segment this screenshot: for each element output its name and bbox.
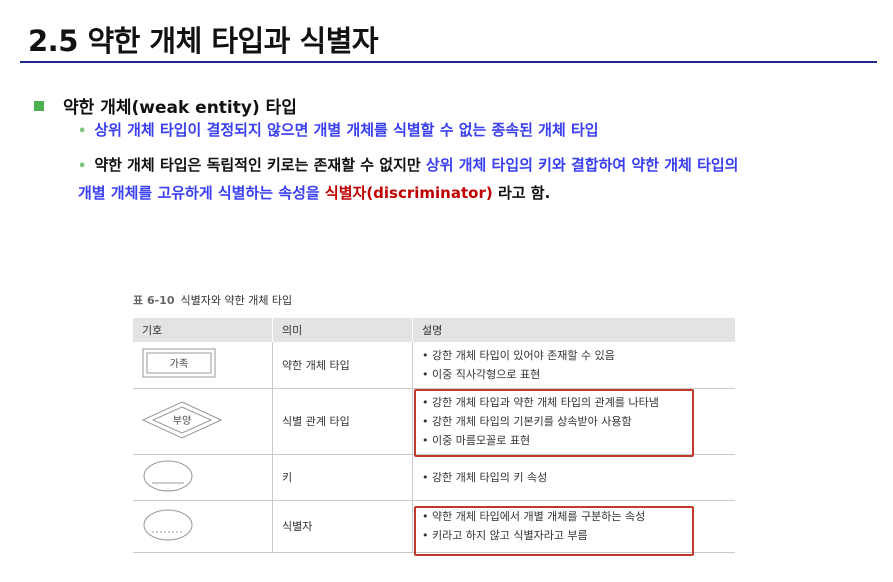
table-caption-text: 식별자와 약한 개체 타입: [180, 294, 293, 307]
meaning-cell: 약한 개체 타입: [272, 342, 413, 389]
sub2-part3: 개별 개체를 고유하게 식별하는 속성을: [78, 184, 325, 202]
page-title: 2.5 약한 개체 타입과 식별자: [28, 24, 379, 58]
green-square-bullet-icon: [34, 100, 44, 111]
header-symbol: 기호: [133, 318, 273, 342]
sub2-part4: 식별자(discriminator): [324, 184, 493, 202]
sub2-part1: 약한 개체 타입은 독립적인 키로는 존재할 수 없지만: [94, 156, 426, 174]
description-line: 강한 개체 타입이 있어야 존재할 수 있음: [422, 346, 735, 365]
description-cell: 강한 개체 타입이 있어야 존재할 수 있음 이중 직사각형으로 표현: [412, 342, 735, 389]
description-cell: 강한 개체 타입의 키 속성: [412, 454, 735, 501]
meaning-cell: 식별자: [272, 500, 413, 553]
meaning-cell: 키: [272, 454, 413, 501]
main-bullet: 약한 개체(weak entity) 타입: [34, 93, 297, 118]
title-divider: [20, 61, 877, 63]
symbol-cell: [133, 454, 273, 501]
header-description: 설명: [412, 318, 735, 342]
symbol-label: 부양: [173, 415, 191, 427]
dashed-underline-ellipse-icon: [143, 509, 193, 540]
description-line: 이중 직사각형으로 표현: [422, 365, 735, 384]
double-rectangle-icon: 가족: [142, 348, 216, 378]
table-caption-number: 표 6-10: [133, 294, 175, 307]
sub-bullet-1-text: 상위 개체 타입이 결정되지 않으면 개별 개체를 식별할 수 없는 종속된 개…: [94, 121, 599, 139]
header-meaning: 의미: [272, 318, 413, 342]
sub2-part2: 상위 개체 타입의 키와 결합하여 약한 개체 타입의: [425, 156, 739, 174]
symbol-label: 가족: [170, 358, 188, 370]
symbol-cell: 부양: [133, 388, 273, 455]
main-bullet-text: 약한 개체(weak entity) 타입: [63, 98, 297, 118]
sub-bullet-1: • 상위 개체 타입이 결정되지 않으면 개별 개체를 식별할 수 없는 종속된 …: [78, 117, 868, 145]
description-line: 강한 개체 타입의 키 속성: [422, 468, 735, 487]
dot-bullet-icon: •: [78, 124, 87, 139]
highlight-box: [414, 389, 694, 457]
symbol-cell: 가족: [133, 342, 273, 389]
table-header-row: 기호 의미 설명: [133, 318, 735, 342]
underlined-ellipse-icon: [143, 460, 193, 491]
double-diamond-icon: 부양: [141, 400, 223, 439]
sub-bullet-2: • 약한 개체 타입은 독립적인 키로는 존재할 수 없지만 상위 개체 타입의 …: [78, 152, 868, 206]
table-caption: 표 6-10 식별자와 약한 개체 타입: [133, 292, 292, 308]
sub2-part5: 라고 함.: [492, 184, 551, 202]
table-row: 가족 약한 개체 타입 강한 개체 타입이 있어야 존재할 수 있음 이중 직사…: [133, 342, 735, 389]
table-row: 키 강한 개체 타입의 키 속성: [133, 454, 735, 501]
highlight-box: [414, 506, 694, 556]
symbol-cell: [133, 500, 273, 553]
meaning-cell: 식별 관계 타입: [272, 388, 413, 455]
dot-bullet-icon: •: [78, 159, 87, 174]
